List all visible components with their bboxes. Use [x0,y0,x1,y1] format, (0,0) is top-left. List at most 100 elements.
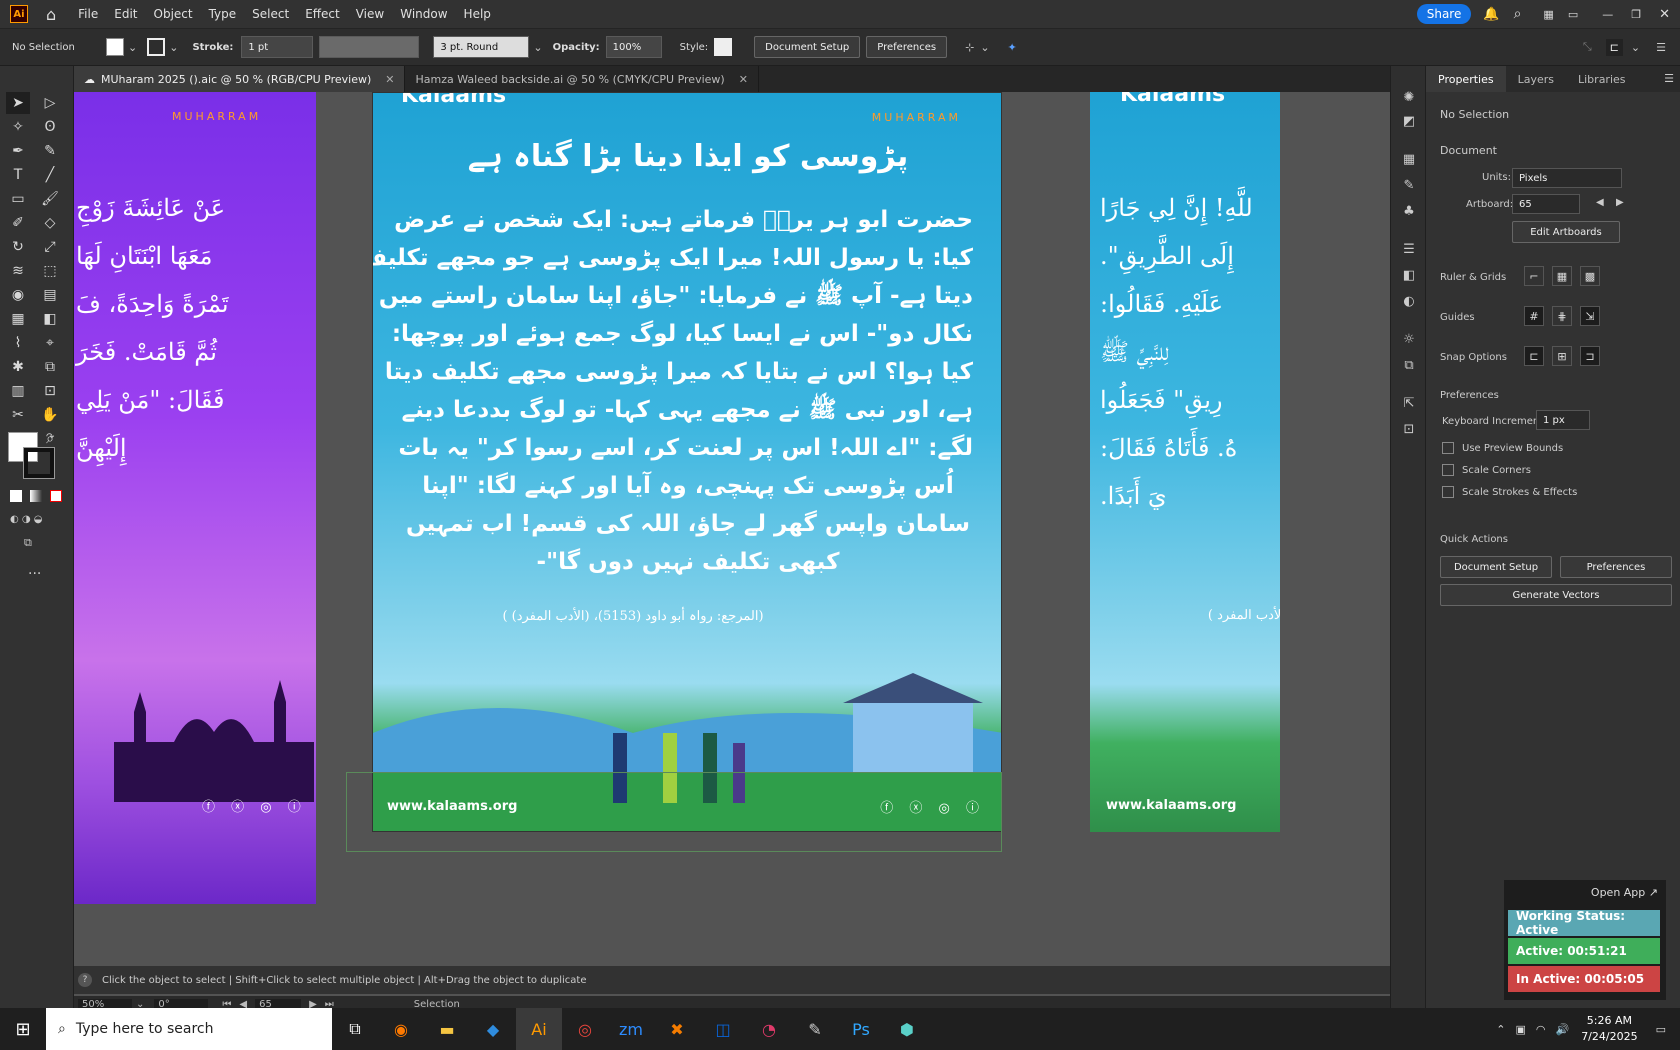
brushes-icon[interactable]: ✎ [1398,174,1420,196]
line-tool-icon[interactable]: ╱ [38,164,62,186]
color-guide-icon[interactable]: ◩ [1398,110,1420,132]
snap-grid-icon[interactable]: ⊞ [1552,346,1572,366]
brush-field[interactable]: 3 pt. Round [433,36,530,58]
artboard-tool-icon[interactable]: ⊡ [38,380,62,402]
graphic-styles-icon[interactable]: ⧉ [1398,354,1420,376]
tab-layers[interactable]: Layers [1506,66,1566,92]
menu-edit[interactable]: Edit [106,7,145,21]
artboard-center[interactable]: Kalaams MUHARRAM پڑوسی کو ایذا دینا بڑا … [372,92,1002,832]
edit-artboards-button[interactable]: Edit Artboards [1512,221,1620,243]
stroke-color-swatch[interactable] [23,447,55,479]
help-icon[interactable]: ? [78,973,92,987]
color-icon[interactable]: ✺ [1398,86,1420,108]
more-tools-icon[interactable]: ··· [28,566,41,582]
preferences-button[interactable]: Preferences [1560,556,1672,578]
creative-cloud-icon[interactable]: ◔ [746,1008,792,1050]
gradient-icon[interactable]: ◧ [1398,264,1420,286]
snap-icon[interactable]: ⊏ [1605,38,1623,56]
scale-corners-checkbox[interactable]: Scale Corners [1442,464,1531,476]
close-icon[interactable]: ✕ [385,73,394,86]
taskbar-search[interactable]: ⌕ Type here to search [46,1008,332,1050]
chevron-down-icon[interactable]: ⌄ [1631,41,1640,54]
tab-muharam[interactable]: ☁ MUharam 2025 ().aic @ 50 % (RGB/CPU Pr… [74,66,406,92]
stroke-icon[interactable]: ☰ [1398,238,1420,260]
lock-guides-icon[interactable]: ⋕ [1552,306,1572,326]
firefox-icon[interactable]: ◉ [378,1008,424,1050]
draw-mode-icon[interactable]: ◐ ◑ ◒ [10,514,62,528]
open-app-link[interactable]: Open App ↗ [1591,886,1658,899]
magic-wand-icon[interactable]: ✧ [6,116,30,138]
symbol-sprayer-icon[interactable]: ✱ [6,356,30,378]
guides-icon[interactable]: # [1524,306,1544,326]
document-setup-button[interactable]: Document Setup [754,36,861,58]
slice-tool-icon[interactable]: ✂ [6,404,30,426]
arrange-icon[interactable]: ⤡ [1583,40,1592,54]
notifications-icon[interactable]: ▭ [1656,1023,1666,1036]
ruler-icon[interactable]: ⌐ [1524,266,1544,286]
shape-builder-icon[interactable]: ◉ [6,284,30,306]
menu-file[interactable]: File [70,7,106,21]
document-setup-button[interactable]: Document Setup [1440,556,1552,578]
transparency-grid-icon[interactable]: ▩ [1580,266,1600,286]
align-icon[interactable]: ⊹ [965,41,974,54]
app-icon[interactable]: ⬢ [884,1008,930,1050]
restore-icon[interactable]: ❐ [1631,8,1641,21]
symbols-icon[interactable]: ♣ [1398,200,1420,222]
chevron-down-icon[interactable]: ⌄ [128,41,137,54]
illustrator-icon[interactable]: Ai [516,1008,562,1050]
appearance-icon[interactable]: ☼ [1398,328,1420,350]
photoshop-icon[interactable]: Ps [838,1008,884,1050]
scale-strokes-checkbox[interactable]: Scale Strokes & Effects [1442,486,1577,498]
eraser-icon[interactable]: ◇ [38,212,62,234]
menu-help[interactable]: Help [456,7,499,21]
opacity-field[interactable]: 100% [605,36,662,58]
close-icon[interactable]: ✕ [1659,7,1670,22]
graph-tool-icon[interactable]: ▥ [6,380,30,402]
fill-swatch[interactable] [106,38,124,56]
network-icon[interactable]: ▣ [1515,1023,1525,1036]
tab-libraries[interactable]: Libraries [1566,66,1638,92]
windows-start-icon[interactable]: ⊞ [0,1008,46,1050]
scale-tool-icon[interactable]: ⤢ [38,236,62,258]
bell-icon[interactable]: 🔔 [1483,7,1499,22]
gradient-tool-icon[interactable]: ◧ [38,308,62,330]
gradient-mode-icon[interactable] [30,490,42,502]
none-mode-icon[interactable] [50,490,62,502]
rotate-tool-icon[interactable]: ↻ [6,236,30,258]
tray-chevron-icon[interactable]: ⌃ [1496,1023,1505,1036]
warp-tool-icon[interactable]: ≋ [6,260,30,282]
menu-effect[interactable]: Effect [297,7,348,21]
chevron-down-icon[interactable]: ⌄ [533,41,542,54]
brush-tool-icon[interactable]: 🖌 [38,188,62,210]
share-button[interactable]: Share [1416,4,1472,24]
swap-colors-icon[interactable]: ↷ [46,432,54,443]
stroke-swatch[interactable] [147,38,166,56]
arrange-documents-icon[interactable]: ▦ [1543,8,1553,21]
workspace-icon[interactable]: ▭ [1568,8,1578,21]
xampp-icon[interactable]: ✖ [654,1008,700,1050]
panel-menu-icon[interactable]: ☰ [1658,66,1680,92]
smart-guides-icon[interactable]: ⇲ [1580,306,1600,326]
free-transform-icon[interactable]: ⬚ [38,260,62,282]
artboard-left[interactable]: MUHARRAM عَنْ عَائِشَةَ زَوْجِ مَعَهَا اب… [74,92,316,904]
generate-vectors-button[interactable]: Generate Vectors [1440,584,1672,606]
volume-icon[interactable]: 🔊 [1555,1023,1569,1036]
blend-tool-icon[interactable]: ⧉ [38,356,62,378]
selection-tool-icon[interactable]: ➤ [6,92,30,114]
artboard-select[interactable]: 65 [1512,194,1580,214]
pen-app-icon[interactable]: ✎ [792,1008,838,1050]
menu-window[interactable]: Window [392,7,455,21]
swatches-icon[interactable]: ▦ [1398,148,1420,170]
chevron-down-icon[interactable]: ⌄ [980,41,989,54]
screen-mode-icon[interactable]: ⧉ [24,536,32,550]
previous-artboard-icon[interactable]: ◀ [1596,197,1604,208]
clock[interactable]: 5:26 AM 7/24/2025 [1581,1013,1637,1045]
snap-pixel-icon[interactable]: ⊐ [1580,346,1600,366]
artboard-right[interactable]: Kalaams للَّهِ! إِنَّ لِي جَارًا إِلَى ال… [1090,92,1280,832]
tab-hamza-waleed[interactable]: Hamza Waleed backside.ai @ 50 % (CMYK/CP… [405,66,759,92]
hand-tool-icon[interactable]: ✋ [38,404,62,426]
wifi-icon[interactable]: ◠ [1536,1023,1546,1036]
chevron-down-icon[interactable]: ⌄ [169,41,178,54]
outlook-icon[interactable]: ◫ [700,1008,746,1050]
perspective-grid-icon[interactable]: ▤ [38,284,62,306]
